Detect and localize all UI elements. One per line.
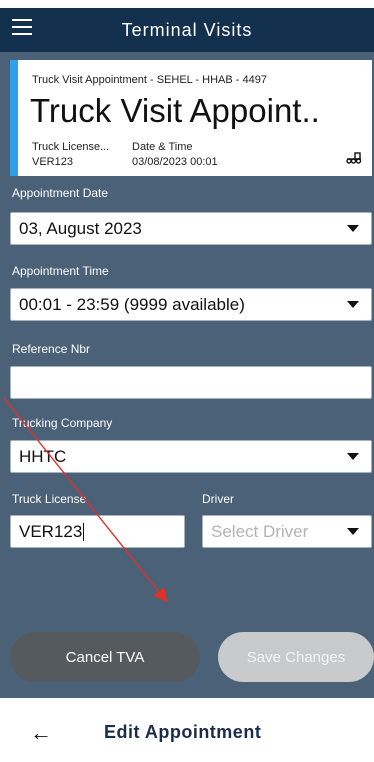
text-cursor — [83, 523, 85, 542]
appointment-date-value: 03, August 2023 — [19, 218, 142, 238]
card-subtitle: Truck Visit Appointment - SEHEL - HHAB -… — [32, 74, 267, 86]
save-changes-button[interactable]: Save Changes — [218, 632, 374, 682]
appointment-date-select[interactable]: 03, August 2023 — [10, 212, 372, 245]
truck-license-summary-value: VER123 — [32, 156, 73, 168]
truck-icon — [346, 152, 362, 164]
form-panel: Truck Visit Appointment - SEHEL - HHAB -… — [0, 52, 374, 698]
page-title: Edit Appointment — [104, 722, 262, 742]
date-time-summary-label: Date & Time — [132, 141, 193, 153]
chevron-down-icon — [347, 453, 359, 460]
truck-license-input[interactable]: VER123 — [10, 515, 185, 548]
truck-license-label: Truck License — [12, 492, 87, 506]
bottom-bar: ← Edit Appointment — [0, 698, 374, 762]
truck-license-value: VER123 — [19, 521, 83, 541]
appointment-date-label: Appointment Date — [12, 186, 109, 200]
truck-license-summary-label: Truck License... — [32, 141, 110, 153]
back-arrow-icon[interactable]: ← — [30, 720, 52, 746]
date-time-summary: Date & Time 03/08/2023 00:01 — [132, 140, 218, 170]
phone-screen: Terminal Visits Truck Visit Appointment … — [0, 0, 374, 762]
truck-license-summary: Truck License... VER123 — [32, 140, 109, 170]
trucking-company-value: HHTC — [19, 446, 67, 466]
appointment-card[interactable]: Truck Visit Appointment - SEHEL - HHAB -… — [10, 60, 372, 176]
hamburger-menu-icon[interactable] — [12, 19, 32, 35]
chevron-down-icon — [347, 225, 359, 232]
app-header: Terminal Visits — [0, 8, 374, 52]
trucking-company-label: Trucking Company — [12, 416, 113, 430]
cancel-tva-button[interactable]: Cancel TVA — [10, 632, 200, 682]
chevron-down-icon — [347, 528, 359, 535]
chevron-down-icon — [347, 301, 359, 308]
card-title: Truck Visit Appoint.. — [30, 92, 320, 129]
appointment-time-label: Appointment Time — [12, 264, 109, 278]
driver-select[interactable]: Select Driver — [202, 515, 372, 548]
appointment-time-select[interactable]: 00:01 - 23:59 (9999 available) — [10, 288, 372, 321]
header-title: Terminal Visits — [121, 19, 253, 40]
appointment-time-value: 00:01 - 23:59 (9999 available) — [19, 294, 245, 314]
trucking-company-select[interactable]: HHTC — [10, 440, 372, 473]
top-strip — [0, 0, 374, 8]
driver-placeholder: Select Driver — [211, 521, 309, 541]
driver-label: Driver — [202, 492, 234, 506]
reference-nbr-label: Reference Nbr — [12, 342, 91, 356]
reference-nbr-input[interactable] — [10, 366, 372, 399]
date-time-summary-value: 03/08/2023 00:01 — [132, 156, 218, 168]
